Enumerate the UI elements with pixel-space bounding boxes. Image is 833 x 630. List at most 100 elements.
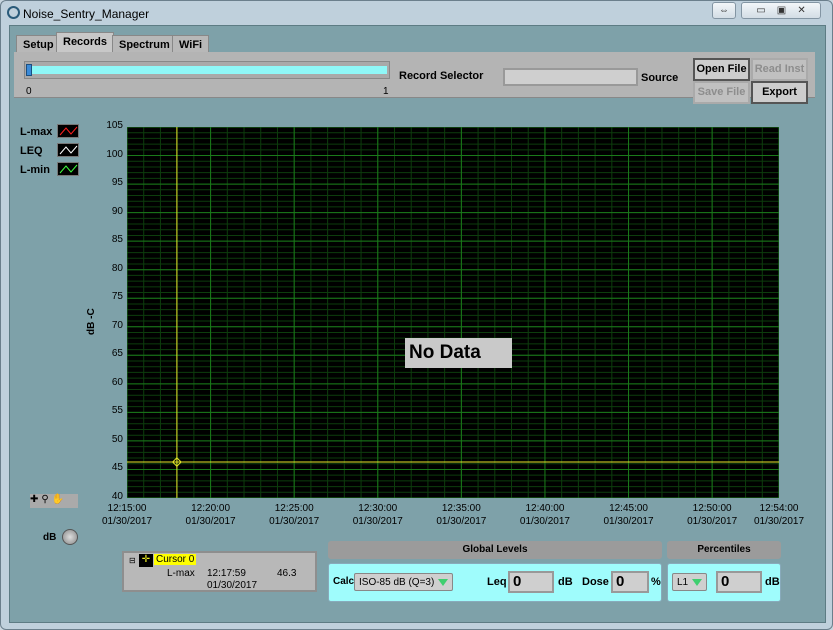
x-tick-date: 01/30/2017 [436, 516, 487, 527]
db-toggle[interactable] [62, 529, 78, 545]
dropdown-arrow-icon [438, 578, 449, 586]
record-selector-label: Record Selector [399, 70, 484, 82]
percentiles-panel: L1 0 dB [667, 563, 781, 602]
chart-svg [126, 126, 780, 499]
x-tick-date: 01/30/2017 [753, 516, 805, 527]
app-icon [7, 6, 20, 19]
x-tick-label: 12:30:00 01/30/2017 [348, 502, 408, 528]
x-tick-date: 01/30/2017 [687, 516, 738, 527]
y-tick-label: 90 [111, 205, 123, 217]
window-title: Noise_Sentry_Manager [23, 7, 150, 21]
cursor-time: 12:17:59 [207, 568, 246, 579]
x-tick-label: 12:54:00 01/30/2017 [749, 502, 809, 528]
y-tick-label: 45 [111, 462, 123, 474]
x-tick-time: 12:35:00 [441, 503, 481, 514]
x-tick-label: 12:25:00 01/30/2017 [264, 502, 324, 528]
slider-min: 0 [26, 86, 32, 97]
global-levels-panel: Calc ISO-85 dB (Q=3) Leq 0 dB Dose 0 % [328, 563, 662, 602]
window-controls: ▭ ▣ ✕ [741, 2, 821, 19]
cursor-legend[interactable]: ⊟ ✛ Cursor 0 L-max 12:17:59 01/30/2017 4… [122, 551, 317, 592]
x-tick-date: 01/30/2017 [352, 516, 403, 527]
read-inst-button[interactable]: Read Inst [751, 58, 808, 81]
y-tick-label: 40 [111, 491, 123, 502]
minimize-button[interactable]: ▭ [756, 5, 765, 16]
y-tick-label: 60 [111, 376, 123, 388]
slider-max: 1 [383, 86, 389, 97]
source-field[interactable] [503, 68, 638, 86]
dose-field[interactable]: 0 [611, 571, 649, 593]
x-tick-date: 01/30/2017 [101, 516, 153, 527]
x-tick-time: 12:40:00 [525, 503, 565, 514]
y-tick-label: 65 [111, 348, 123, 360]
x-tick-time: 12:20:00 [191, 503, 231, 514]
y-tick-label: 50 [111, 433, 123, 445]
x-tick-date: 01/30/2017 [185, 516, 236, 527]
cursor-tool-icon[interactable]: ✚ [30, 494, 41, 505]
x-tick-label: 12:50:00 01/30/2017 [682, 502, 742, 528]
x-tick-time: 12:45:00 [609, 503, 648, 514]
dropdown-arrow-icon [692, 578, 703, 586]
x-tick-label: 12:15:00 01/30/2017 [97, 502, 157, 528]
source-label: Source [641, 72, 679, 84]
record-selector-slider[interactable] [24, 61, 390, 79]
percentile-unit: dB [765, 576, 780, 588]
cursor-value: 46.3 [277, 568, 297, 579]
x-tick-label: 12:35:00 01/30/2017 [431, 502, 491, 528]
y-tick-label: 75 [111, 291, 123, 303]
slider-fill [27, 66, 387, 74]
global-levels-header: Global Levels [328, 541, 662, 559]
no-data-label: No Data [405, 338, 512, 368]
zoom-tool-icon[interactable]: ⚲ [41, 494, 51, 505]
legend-lmax-label: L-max [20, 126, 53, 138]
dose-label: Dose [582, 576, 609, 588]
x-tick-time: 12:15:00 [107, 503, 147, 514]
plot-area[interactable] [126, 126, 780, 499]
x-tick-label: 12:45:00 01/30/2017 [599, 502, 659, 528]
x-tick-date: 01/30/2017 [519, 516, 570, 527]
percentile-select[interactable]: L1 [672, 573, 708, 591]
dose-unit: % [651, 576, 661, 588]
db-toggle-label: dB [43, 532, 57, 543]
leq-label: Leq [487, 576, 507, 588]
x-tick-date: 01/30/2017 [603, 516, 654, 527]
cursor-name: Cursor 0 [154, 554, 197, 565]
open-file-button[interactable]: Open File [693, 58, 750, 81]
legend-lmax-swatch[interactable] [57, 124, 79, 138]
legend-lmin-label: L-min [20, 164, 50, 176]
x-tick-time: 12:54:00 [759, 503, 799, 514]
collapse-icon[interactable]: ⊟ [129, 556, 136, 565]
pan-tool-icon[interactable]: ✋ [52, 494, 67, 505]
calc-value: ISO-85 dB (Q=3) [359, 577, 435, 588]
save-file-button[interactable]: Save File [693, 81, 750, 104]
x-tick-label: 12:40:00 01/30/2017 [515, 502, 575, 528]
leq-unit: dB [558, 576, 573, 588]
export-button[interactable]: Export [751, 81, 808, 104]
legend-lmin-swatch[interactable] [57, 162, 79, 176]
x-tick-label: 12:20:00 01/30/2017 [181, 502, 241, 528]
resize-icon[interactable]: ⇔ [712, 2, 736, 19]
toolbar: 0 1 Record Selector Source Open File Rea… [14, 52, 815, 104]
cursor-plot: L-max [167, 568, 195, 579]
y-tick-label: 70 [111, 319, 123, 331]
calc-select[interactable]: ISO-85 dB (Q=3) [354, 573, 454, 591]
x-tick-time: 12:30:00 [358, 503, 398, 514]
y-tick-label: 80 [111, 262, 123, 274]
slider-thumb[interactable] [26, 64, 32, 76]
x-tick-date: 01/30/2017 [269, 516, 320, 527]
legend-leq-swatch[interactable] [57, 143, 79, 157]
graph-palette: ✚⚲✋ [30, 494, 78, 508]
y-tick-label: 105 [106, 120, 123, 131]
x-tick-time: 12:25:00 [274, 503, 314, 514]
x-tick-time: 12:50:00 [692, 503, 732, 514]
leq-field[interactable]: 0 [508, 571, 554, 593]
close-button[interactable]: ✕ [797, 5, 805, 16]
cursor-date: 01/30/2017 [207, 580, 258, 591]
y-tick-label: 95 [111, 177, 123, 189]
y-tick-label: 85 [111, 234, 123, 246]
cursor-crosshair-icon: ✛ [139, 554, 153, 567]
maximize-button[interactable]: ▣ [777, 5, 786, 16]
percentile-field[interactable]: 0 [716, 571, 762, 593]
y-tick-label: 100 [106, 148, 123, 160]
percentiles-header: Percentiles [667, 541, 781, 559]
y-tick-label: 55 [111, 405, 123, 417]
